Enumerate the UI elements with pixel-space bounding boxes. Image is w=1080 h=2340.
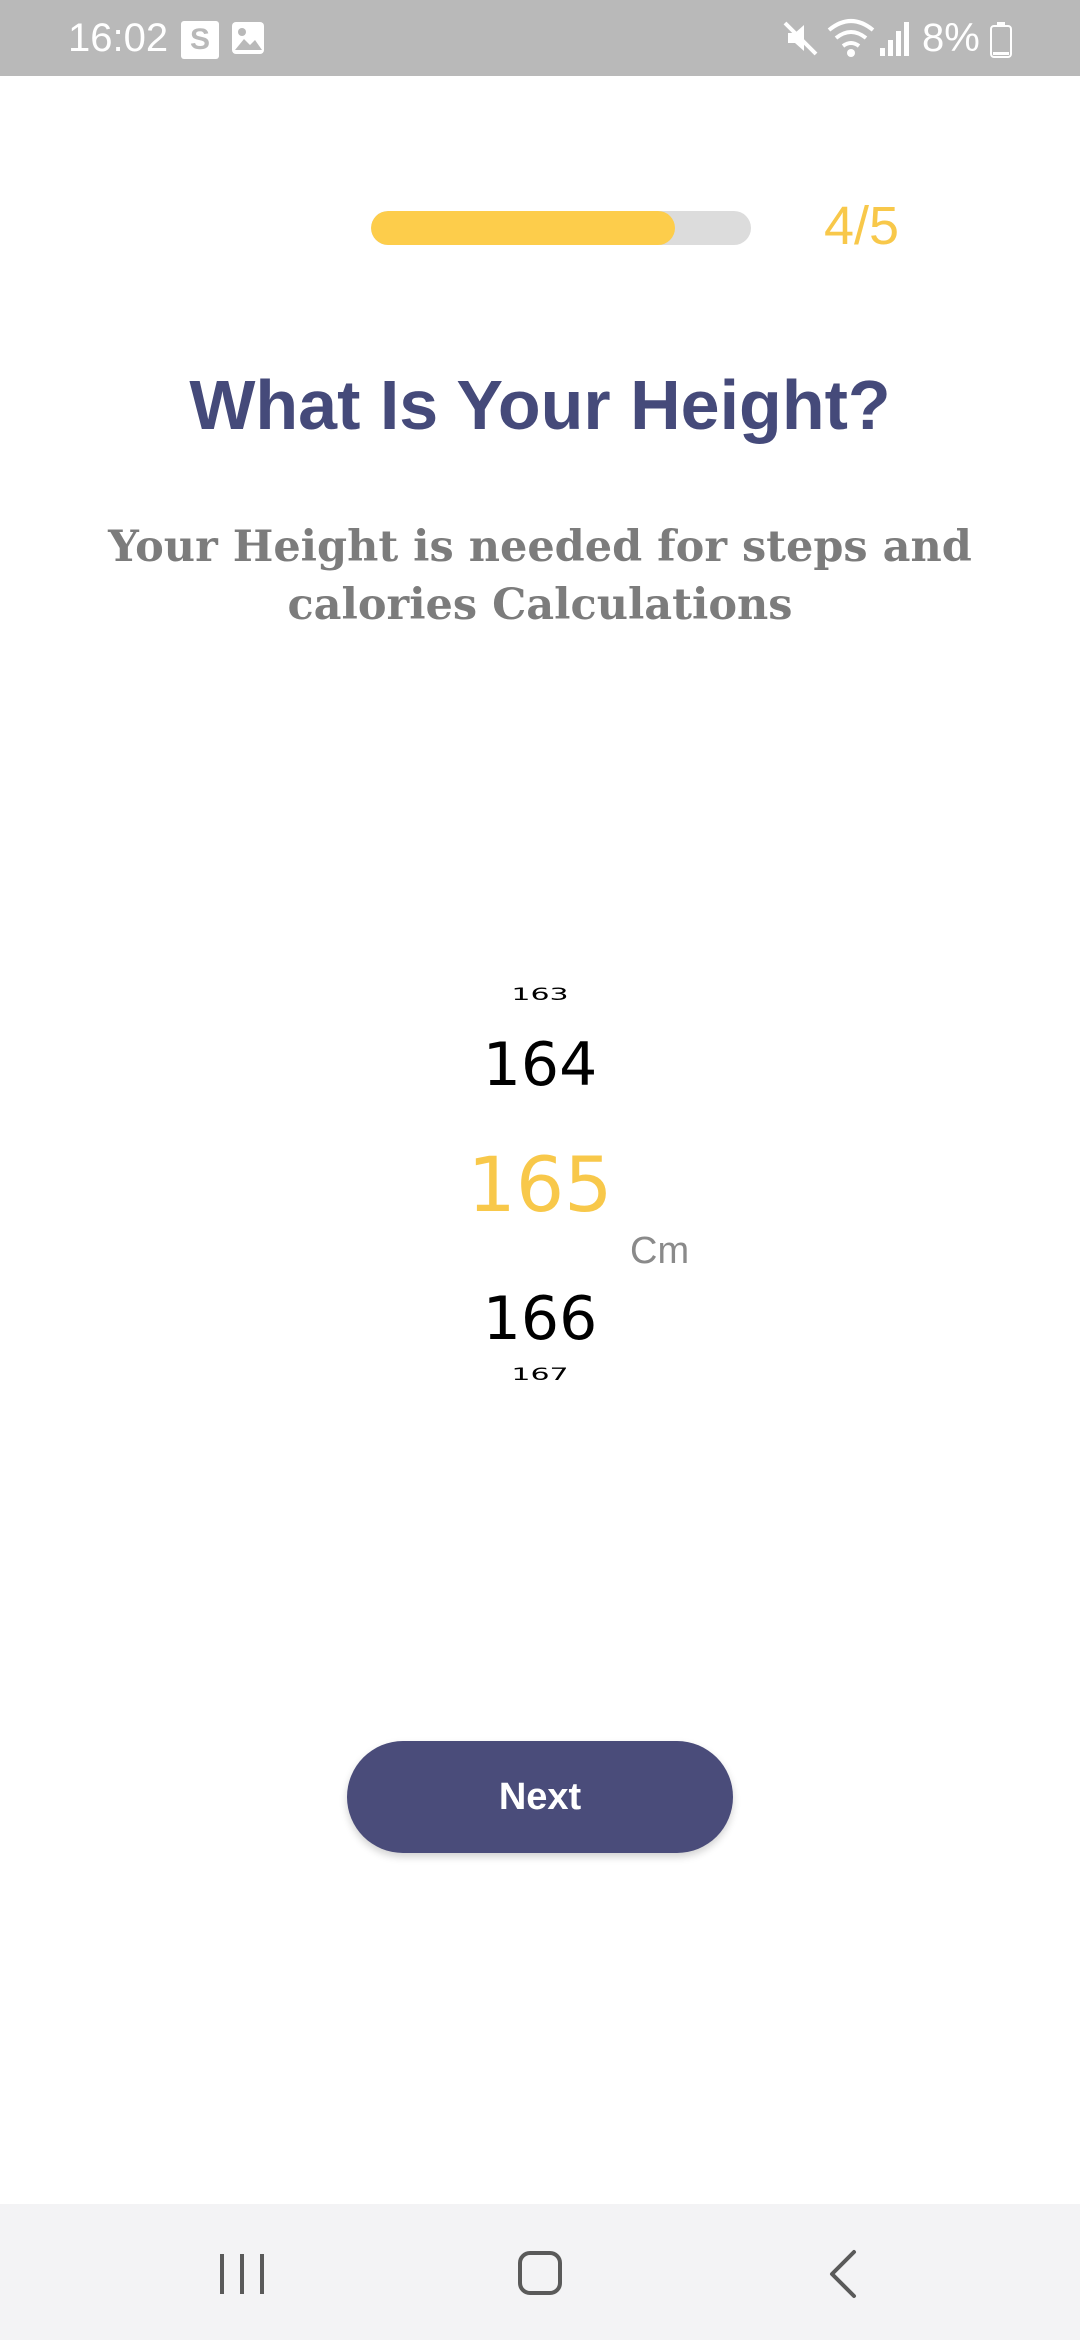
page-title: What Is Your Height? [189, 366, 891, 444]
height-unit-label: Cm [630, 1230, 690, 1272]
navigation-bar [0, 2204, 1080, 2340]
progress-step-label: 4/5 [824, 196, 900, 256]
status-bar: 16:02 S 8% [0, 0, 1080, 76]
height-picker[interactable]: 163 164 165 166 167 [0, 960, 1080, 1400]
progress-fill [371, 211, 675, 245]
picker-selected-item[interactable]: 165 [340, 1140, 740, 1230]
status-time: 16:02 [68, 16, 169, 60]
home-icon[interactable] [516, 2248, 564, 2298]
picker-item[interactable]: 167 [340, 1366, 740, 1384]
progress-bar [371, 211, 751, 245]
battery-icon [990, 22, 1012, 58]
recents-icon[interactable] [216, 2252, 268, 2296]
picker-item[interactable]: 163 [340, 986, 740, 1004]
next-button[interactable]: Next [347, 1741, 733, 1853]
page-subtitle: Your Height is needed for steps and calo… [108, 522, 972, 630]
back-icon[interactable] [824, 2248, 864, 2300]
signal-icon [880, 22, 909, 56]
mute-icon [783, 21, 818, 56]
battery-percent: 8% [922, 16, 980, 60]
wifi-icon [827, 19, 875, 57]
s-icon: S [181, 21, 219, 59]
picker-item[interactable]: 166 [340, 1284, 740, 1354]
gallery-icon [232, 22, 264, 54]
picker-item[interactable]: 164 [340, 1030, 740, 1100]
